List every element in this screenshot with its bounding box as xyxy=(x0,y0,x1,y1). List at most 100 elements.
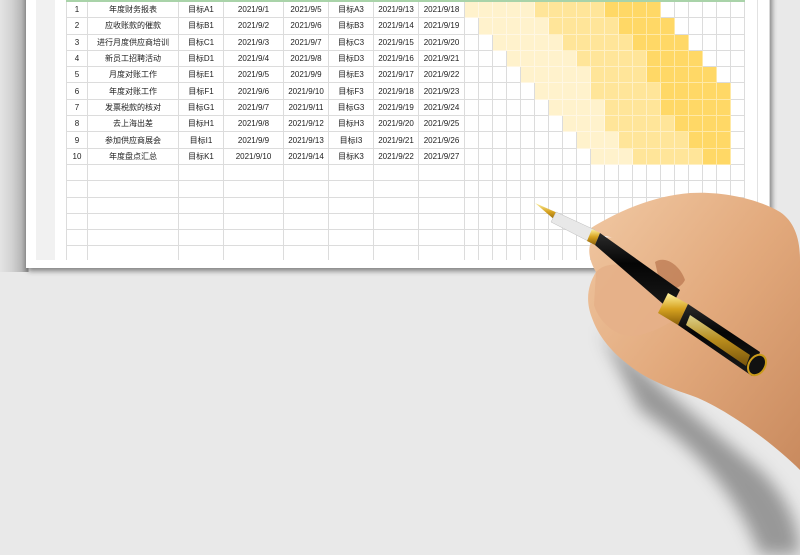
cell-end-date[interactable]: 2021/9/18 xyxy=(418,0,465,19)
cell-goal-3[interactable]: 目标H3 xyxy=(328,115,374,133)
gantt-cell[interactable] xyxy=(674,66,689,84)
gantt-cell[interactable] xyxy=(646,212,661,231)
gantt-cell[interactable] xyxy=(562,245,577,260)
gantt-cell[interactable] xyxy=(534,245,549,260)
gantt-cell[interactable] xyxy=(716,180,731,198)
empty-cell[interactable] xyxy=(178,180,224,198)
gantt-cell[interactable] xyxy=(730,245,745,260)
gantt-cell[interactable] xyxy=(660,98,675,117)
gantt-cell[interactable] xyxy=(478,33,493,51)
gantt-cell[interactable] xyxy=(590,180,605,198)
gantt-cell[interactable] xyxy=(478,245,493,260)
gantt-cell[interactable] xyxy=(590,17,605,35)
gantt-cell[interactable] xyxy=(478,196,493,214)
gantt-cell[interactable] xyxy=(604,115,619,133)
gantt-cell[interactable] xyxy=(534,196,549,214)
gantt-cell[interactable] xyxy=(688,98,703,117)
cell-mid-date[interactable]: 2021/9/9 xyxy=(283,66,329,84)
gantt-cell[interactable] xyxy=(702,163,717,182)
gantt-cell[interactable] xyxy=(674,33,689,51)
cell-goal-3[interactable]: 目标E3 xyxy=(328,66,374,84)
gantt-cell[interactable] xyxy=(464,115,479,133)
gantt-cell[interactable] xyxy=(730,131,745,149)
gantt-cell[interactable] xyxy=(534,33,549,51)
gantt-cell[interactable] xyxy=(646,115,661,133)
cell-goal-1[interactable]: 目标C1 xyxy=(178,33,224,51)
gantt-cell[interactable] xyxy=(674,131,689,149)
gantt-cell[interactable] xyxy=(618,229,633,247)
cell-task[interactable]: 参加供应商展会 xyxy=(87,131,179,149)
empty-cell[interactable] xyxy=(178,229,224,247)
gantt-cell[interactable] xyxy=(534,98,549,117)
gantt-cell[interactable] xyxy=(548,49,563,68)
gantt-cell[interactable] xyxy=(688,115,703,133)
gantt-cell[interactable] xyxy=(702,196,717,214)
gantt-cell[interactable] xyxy=(660,196,675,214)
gantt-cell[interactable] xyxy=(716,98,731,117)
gantt-cell[interactable] xyxy=(632,66,647,84)
gantt-cell[interactable] xyxy=(730,115,745,133)
gantt-cell[interactable] xyxy=(646,33,661,51)
gantt-cell[interactable] xyxy=(464,180,479,198)
gantt-cell[interactable] xyxy=(506,163,521,182)
gantt-cell[interactable] xyxy=(660,115,675,133)
cell-start-date[interactable]: 2021/9/10 xyxy=(223,147,284,165)
gantt-cell[interactable] xyxy=(590,98,605,117)
cell-no[interactable]: 9 xyxy=(66,131,88,149)
empty-cell[interactable] xyxy=(283,212,329,231)
gantt-cell[interactable] xyxy=(534,115,549,133)
cell-start-date[interactable]: 2021/9/6 xyxy=(223,82,284,100)
cell-date-3[interactable]: 2021/9/20 xyxy=(373,115,419,133)
gantt-cell[interactable] xyxy=(604,196,619,214)
gantt-cell[interactable] xyxy=(590,49,605,68)
cell-task[interactable]: 新员工招聘活动 xyxy=(87,49,179,68)
gantt-cell[interactable] xyxy=(464,66,479,84)
gantt-cell[interactable] xyxy=(632,17,647,35)
gantt-cell[interactable] xyxy=(660,163,675,182)
gantt-cell[interactable] xyxy=(492,245,507,260)
cell-start-date[interactable]: 2021/9/4 xyxy=(223,49,284,68)
gantt-cell[interactable] xyxy=(702,212,717,231)
empty-cell[interactable] xyxy=(66,196,88,214)
gantt-cell[interactable] xyxy=(464,33,479,51)
empty-cell[interactable] xyxy=(66,163,88,182)
gantt-cell[interactable] xyxy=(562,115,577,133)
gantt-cell[interactable] xyxy=(534,180,549,198)
gantt-cell[interactable] xyxy=(534,131,549,149)
gantt-cell[interactable] xyxy=(534,66,549,84)
empty-cell[interactable] xyxy=(283,229,329,247)
gantt-cell[interactable] xyxy=(716,229,731,247)
gantt-cell[interactable] xyxy=(562,180,577,198)
gantt-cell[interactable] xyxy=(632,98,647,117)
gantt-cell[interactable] xyxy=(660,33,675,51)
gantt-cell[interactable] xyxy=(702,131,717,149)
gantt-cell[interactable] xyxy=(646,163,661,182)
gantt-cell[interactable] xyxy=(688,131,703,149)
gantt-cell[interactable] xyxy=(492,66,507,84)
gantt-cell[interactable] xyxy=(492,147,507,165)
gantt-cell[interactable] xyxy=(520,115,535,133)
gantt-cell[interactable] xyxy=(520,98,535,117)
cell-date-3[interactable]: 2021/9/18 xyxy=(373,82,419,100)
empty-cell[interactable] xyxy=(87,196,179,214)
gantt-cell[interactable] xyxy=(632,147,647,165)
cell-goal-1[interactable]: 目标F1 xyxy=(178,82,224,100)
cell-no[interactable]: 5 xyxy=(66,66,88,84)
gantt-cell[interactable] xyxy=(534,229,549,247)
gantt-cell[interactable] xyxy=(492,163,507,182)
empty-cell[interactable] xyxy=(87,163,179,182)
gantt-cell[interactable] xyxy=(506,245,521,260)
cell-mid-date[interactable]: 2021/9/13 xyxy=(283,131,329,149)
gantt-cell[interactable] xyxy=(464,196,479,214)
empty-cell[interactable] xyxy=(418,180,465,198)
gantt-cell[interactable] xyxy=(632,131,647,149)
gantt-cell[interactable] xyxy=(492,82,507,100)
empty-cell[interactable] xyxy=(178,196,224,214)
gantt-cell[interactable] xyxy=(478,66,493,84)
cell-end-date[interactable]: 2021/9/27 xyxy=(418,147,465,165)
gantt-cell[interactable] xyxy=(716,131,731,149)
gantt-cell[interactable] xyxy=(506,33,521,51)
gantt-cell[interactable] xyxy=(674,229,689,247)
gantt-cell[interactable] xyxy=(464,131,479,149)
gantt-cell[interactable] xyxy=(520,17,535,35)
